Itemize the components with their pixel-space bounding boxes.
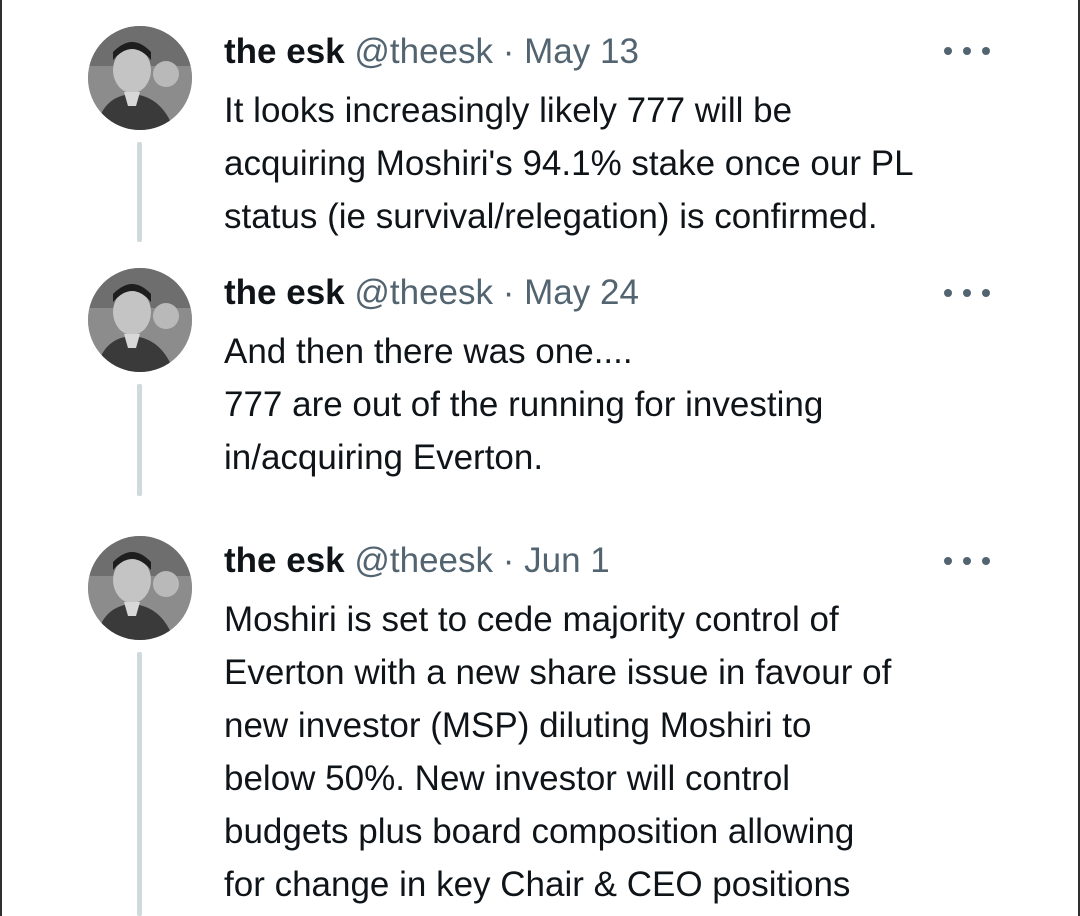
tweet-header: the esk @theesk · Jun 1 — [224, 541, 610, 581]
avatar[interactable] — [88, 268, 192, 372]
tweet-date[interactable]: May 13 — [524, 32, 639, 71]
avatar[interactable] — [88, 536, 192, 640]
display-name[interactable]: the esk — [224, 541, 345, 580]
user-handle[interactable]: @theesk — [354, 541, 493, 580]
tweet-text: Moshiri is set to cede majority control … — [224, 593, 1024, 911]
more-horizontal-icon[interactable] — [944, 43, 990, 59]
tweet-text-line: acquiring Moshiri's 94.1% stake once our… — [224, 144, 914, 183]
tweet-text-line: in/acquiring Everton. — [224, 438, 544, 477]
tweet-date[interactable]: May 24 — [524, 273, 639, 312]
user-handle[interactable]: @theesk — [354, 32, 493, 71]
thread-connector-line — [137, 652, 142, 916]
tweet-text-line: for change in key Chair & CEO positions — [224, 865, 851, 904]
avatar-photo — [88, 536, 192, 640]
tweet-text-line: 777 are out of the running for investing — [224, 385, 824, 424]
separator-dot: · — [502, 32, 515, 71]
tweet-header: the esk @theesk · May 13 — [224, 32, 639, 72]
separator-dot: · — [502, 541, 515, 580]
tweet-text-line: It looks increasingly likely 777 will be — [224, 91, 793, 130]
more-horizontal-icon[interactable] — [944, 285, 990, 301]
tweet-text-line: Everton with a new share issue in favour… — [224, 653, 892, 692]
tweet-header: the esk @theesk · May 24 — [224, 273, 639, 313]
user-handle[interactable]: @theesk — [354, 273, 493, 312]
tweet-text-line: below 50%. New investor will control — [224, 759, 791, 798]
display-name[interactable]: the esk — [224, 273, 345, 312]
tweet-text-line: Moshiri is set to cede majority control … — [224, 600, 839, 639]
tweet-text: It looks increasingly likely 777 will be… — [224, 84, 1024, 243]
tweet-text-line: And then there was one.... — [224, 332, 633, 371]
tweet-text-line: status (ie survival/relegation) is confi… — [224, 197, 878, 236]
avatar[interactable] — [88, 26, 192, 130]
separator-dot: · — [502, 273, 515, 312]
thread-connector-line — [137, 384, 142, 496]
display-name[interactable]: the esk — [224, 32, 345, 71]
avatar-photo — [88, 268, 192, 372]
thread-connector-line — [137, 142, 142, 242]
tweet-date[interactable]: Jun 1 — [524, 541, 610, 580]
avatar-photo — [88, 26, 192, 130]
more-horizontal-icon[interactable] — [944, 553, 990, 569]
tweet-text-line: new investor (MSP) diluting Moshiri to — [224, 706, 812, 745]
tweet-text-line: budgets plus board composition allowing — [224, 812, 855, 851]
tweet-text: And then there was one.... 777 are out o… — [224, 325, 1024, 484]
